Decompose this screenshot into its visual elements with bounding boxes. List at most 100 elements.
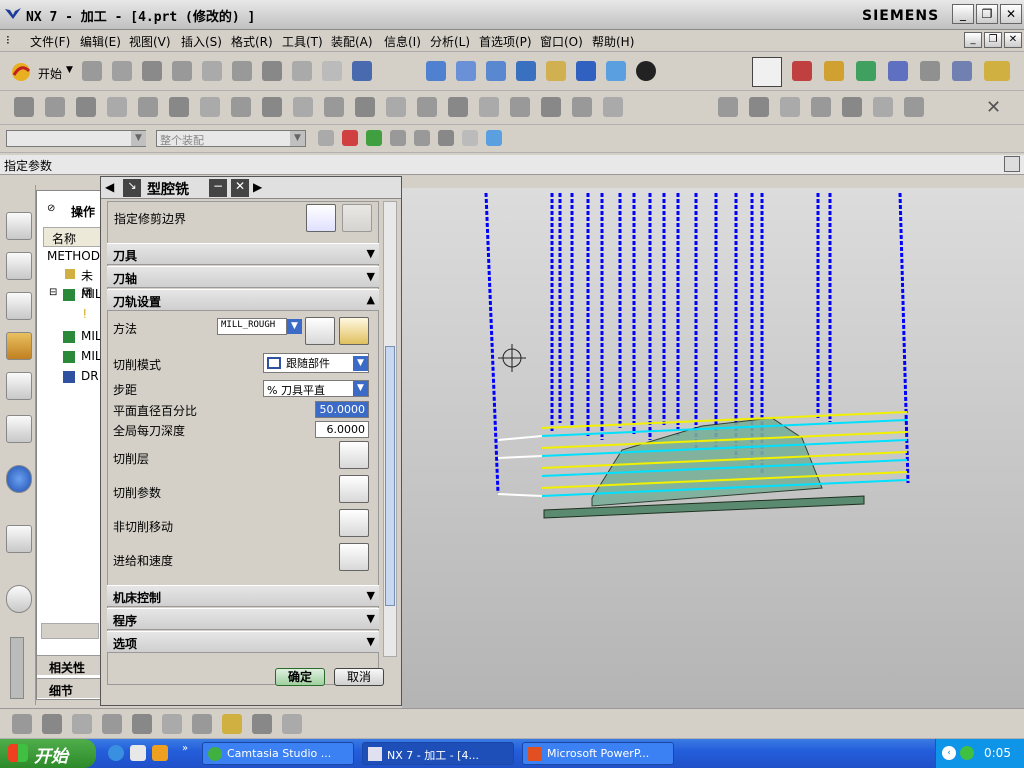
doc-close-button[interactable]: ✕ <box>1004 32 1022 48</box>
section-program[interactable]: 程序 ▼ <box>107 608 379 630</box>
snap-center-icon[interactable] <box>414 130 430 146</box>
output-cls-icon[interactable] <box>231 97 251 117</box>
task-powerpoint[interactable]: Microsoft PowerP... <box>522 742 674 765</box>
group-icon-7[interactable] <box>192 714 212 734</box>
menu-info[interactable]: 信息(I) <box>384 33 421 50</box>
section-tool-axis[interactable]: 刀轴 ▼ <box>107 266 379 288</box>
clear-icon[interactable] <box>541 97 561 117</box>
hd3d-icon[interactable] <box>6 415 32 443</box>
constraint-navigator-icon[interactable] <box>6 252 32 280</box>
menu-insert[interactable]: 插入(S) <box>181 33 222 50</box>
group-icon-9[interactable] <box>252 714 272 734</box>
cut-icon[interactable] <box>202 61 222 81</box>
minimize-button[interactable]: _ <box>952 4 974 24</box>
doc-restore-button[interactable]: ❐ <box>984 32 1002 48</box>
resource-scrollbar[interactable] <box>10 637 24 699</box>
info-icon[interactable] <box>6 465 32 493</box>
web-browser-icon[interactable] <box>6 525 32 553</box>
cut-params-button[interactable] <box>339 475 369 503</box>
group-icon-2[interactable] <box>42 714 62 734</box>
select-filter-icon[interactable] <box>318 130 334 146</box>
reset-icon[interactable]: ↘ <box>123 179 141 197</box>
section-machine-control[interactable]: 机床控制 ▼ <box>107 585 379 607</box>
pan-icon[interactable] <box>546 61 566 81</box>
group-icon-4[interactable] <box>102 714 122 734</box>
scope-filter-arrow-icon[interactable]: ▼ <box>290 131 305 146</box>
simulate-icon[interactable] <box>138 97 158 117</box>
method-dropdown-arrow-icon[interactable]: ▼ <box>287 319 302 334</box>
prev-icon[interactable]: ◀ <box>105 180 114 194</box>
cancel-button[interactable]: 取消 <box>334 668 384 686</box>
open-icon[interactable] <box>112 61 132 81</box>
list-item[interactable]: MIL <box>81 349 102 363</box>
print-icon[interactable] <box>172 61 192 81</box>
solid-icon[interactable] <box>873 97 893 117</box>
close-button[interactable]: ✕ <box>1000 4 1022 24</box>
group-icon-8[interactable] <box>222 714 242 734</box>
start-menu-button[interactable]: 开始 <box>38 65 62 82</box>
rotate-icon[interactable] <box>516 61 536 81</box>
stepover-dropdown-arrow-icon[interactable]: ▼ <box>353 381 368 396</box>
menu-edit[interactable]: 编辑(E) <box>80 33 121 50</box>
next-icon[interactable]: ▶ <box>253 180 262 194</box>
create-tool-icon[interactable] <box>824 61 844 81</box>
snap-point-icon[interactable] <box>342 130 358 146</box>
rename-icon[interactable] <box>417 97 437 117</box>
dropdown-arrow-icon[interactable]: ▼ <box>66 65 73 75</box>
box-icon[interactable] <box>904 97 924 117</box>
perspective-icon[interactable] <box>576 61 596 81</box>
list-item[interactable]: DR <box>81 369 99 383</box>
zoom-icon[interactable] <box>456 61 476 81</box>
list-path-icon[interactable] <box>76 97 96 117</box>
status-toggle-icon[interactable] <box>1004 156 1020 172</box>
group-icon-5[interactable] <box>132 714 152 734</box>
menu-window[interactable]: 窗口(O) <box>540 33 583 50</box>
dialog-scrollbar[interactable] <box>383 201 397 657</box>
display-boundary-button[interactable] <box>342 204 372 232</box>
cut-levels-button[interactable] <box>339 441 369 469</box>
copy-icon[interactable] <box>232 61 252 81</box>
section-options[interactable]: 选项 ▼ <box>107 631 379 653</box>
solid-filter-icon[interactable] <box>486 130 502 146</box>
delete-icon[interactable] <box>292 61 312 81</box>
shop-docs-icon[interactable] <box>200 97 220 117</box>
save-icon[interactable] <box>142 61 162 81</box>
collapse-icon[interactable]: ⊟ <box>49 287 57 298</box>
menu-tools[interactable]: 工具(T) <box>282 33 323 50</box>
assembly-navigator-icon[interactable] <box>6 212 32 240</box>
wcs-button[interactable] <box>752 57 782 87</box>
report-icon[interactable] <box>572 97 592 117</box>
menu-format[interactable]: 格式(R) <box>231 33 273 50</box>
list-item[interactable]: MIL <box>81 287 102 301</box>
desktop-icon[interactable] <box>130 745 146 761</box>
fit-icon[interactable] <box>426 61 446 81</box>
measure-icon[interactable] <box>984 61 1010 81</box>
snap-end-icon[interactable] <box>366 130 382 146</box>
plane-icon[interactable] <box>842 97 862 117</box>
create-operation-icon[interactable] <box>920 61 940 81</box>
cut-pattern-dropdown-arrow-icon[interactable]: ▼ <box>353 356 368 371</box>
new-file-icon[interactable] <box>82 61 102 81</box>
section-tool[interactable]: 刀具 ▼ <box>107 243 379 265</box>
menu-analysis[interactable]: 分析(L) <box>430 33 470 50</box>
paste-icon[interactable] <box>262 61 282 81</box>
menu-file[interactable]: 文件(F) <box>30 33 70 50</box>
type-filter-select[interactable] <box>6 130 146 147</box>
rect-select-icon[interactable] <box>462 130 478 146</box>
close-dialog-icon[interactable]: ✕ <box>231 179 249 197</box>
pin-icon[interactable]: ⊘ <box>47 203 55 214</box>
details-panel-tab[interactable]: 细节 <box>37 678 101 698</box>
snap-mid-icon[interactable] <box>390 130 406 146</box>
section-path-settings[interactable]: 刀轨设置 ▲ <box>107 289 379 311</box>
ie-icon[interactable] <box>108 745 124 761</box>
tray-app-icon[interactable] <box>960 746 974 760</box>
doc-minimize-button[interactable]: _ <box>964 32 982 48</box>
menu-help[interactable]: 帮助(H) <box>592 33 634 50</box>
edit-object-icon[interactable] <box>262 97 282 117</box>
postprocess-icon[interactable] <box>169 97 189 117</box>
media-icon[interactable] <box>152 745 168 761</box>
cut-object-icon[interactable] <box>293 97 313 117</box>
list-item[interactable]: MIL <box>81 329 102 343</box>
task-nx7[interactable]: NX 7 - 加工 - [4... <box>362 742 514 765</box>
select-icon[interactable] <box>352 61 372 81</box>
